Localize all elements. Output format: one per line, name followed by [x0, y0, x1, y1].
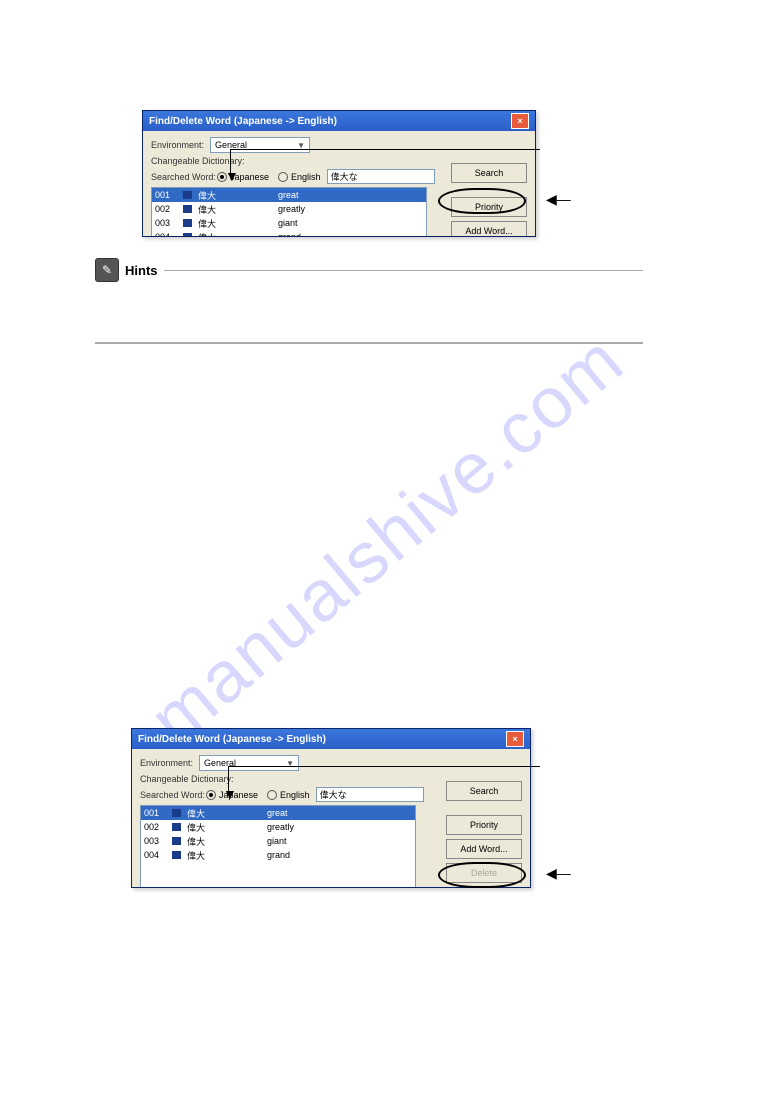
book-icon — [183, 191, 192, 199]
dialog-title: Find/Delete Word (Japanese -> English) — [138, 734, 326, 745]
row-jp: 偉大 — [187, 807, 267, 820]
close-icon[interactable]: × — [511, 113, 529, 129]
row-jp: 偉大 — [198, 189, 278, 202]
hints-section: ✎ Hints — [95, 258, 643, 344]
row-num: 002 — [155, 204, 183, 214]
titlebar: Find/Delete Word (Japanese -> English) × — [132, 729, 530, 749]
list-row[interactable]: 004 偉大 grand — [152, 230, 426, 237]
searched-word-label: Searched Word: — [151, 172, 217, 182]
row-jp: 偉大 — [198, 231, 278, 238]
book-icon — [183, 219, 192, 227]
add-word-button[interactable]: Add Word... — [451, 221, 527, 237]
list-row[interactable]: 002 偉大 greatly — [141, 820, 415, 834]
callout-arrow-down: ▼ — [223, 786, 237, 802]
radio-english[interactable] — [278, 172, 288, 182]
priority-circle — [438, 188, 526, 214]
callout-arrow-down: ▼ — [225, 168, 239, 184]
row-num: 004 — [144, 850, 172, 860]
environment-dropdown[interactable]: General ▼ — [199, 755, 299, 771]
search-button[interactable]: Search — [451, 163, 527, 183]
environment-dropdown[interactable]: General ▼ — [210, 137, 310, 153]
row-jp: 偉大 — [187, 835, 267, 848]
radio-japanese[interactable] — [206, 790, 216, 800]
book-icon — [183, 233, 192, 237]
not-usable-circle — [438, 862, 526, 888]
row-en: giant — [278, 218, 423, 228]
row-en: giant — [267, 836, 412, 846]
row-en: grand — [267, 850, 412, 860]
radio-english[interactable] — [267, 790, 277, 800]
priority-button[interactable]: Priority — [446, 815, 522, 835]
book-icon — [172, 823, 181, 831]
hints-icon: ✎ — [95, 258, 119, 282]
add-word-button[interactable]: Add Word... — [446, 839, 522, 859]
arrow-left: ◀— — [546, 191, 571, 208]
hints-title: Hints — [125, 263, 158, 278]
changeable-dict-label: Changeable Dictionary: — [140, 774, 234, 784]
row-num: 003 — [144, 836, 172, 846]
row-num: 004 — [155, 232, 183, 237]
results-list[interactable]: 001 偉大 great 002 偉大 greatly 003 偉大 giant — [140, 805, 416, 888]
list-row[interactable]: 003 偉大 giant — [152, 216, 426, 230]
row-en: greatly — [267, 822, 412, 832]
row-jp: 偉大 — [187, 849, 267, 862]
list-row[interactable]: 001 偉大 great — [152, 188, 426, 202]
dialog-title: Find/Delete Word (Japanese -> English) — [149, 116, 337, 127]
list-row[interactable]: 001 偉大 great — [141, 806, 415, 820]
titlebar: Find/Delete Word (Japanese -> English) × — [143, 111, 535, 131]
row-jp: 偉大 — [198, 203, 278, 216]
callout-line — [228, 766, 540, 767]
row-en: grand — [278, 232, 423, 237]
book-icon — [183, 205, 192, 213]
close-icon[interactable]: × — [506, 731, 524, 747]
watermark: manualshive.com — [135, 319, 640, 761]
hints-rule — [164, 270, 644, 271]
row-jp: 偉大 — [198, 217, 278, 230]
list-row[interactable]: 003 偉大 giant — [141, 834, 415, 848]
arrow-left: ◀— — [546, 865, 571, 882]
environment-label: Environment: — [151, 140, 204, 150]
results-list[interactable]: 001 偉大 great 002 偉大 greatly 003 偉大 giant — [151, 187, 427, 237]
book-icon — [172, 809, 181, 817]
search-button[interactable]: Search — [446, 781, 522, 801]
row-num: 001 — [144, 808, 172, 818]
searched-word-label: Searched Word: — [140, 790, 206, 800]
row-en: great — [278, 190, 423, 200]
search-input[interactable]: 偉大な — [327, 169, 435, 184]
row-num: 001 — [155, 190, 183, 200]
find-delete-dialog-1: Find/Delete Word (Japanese -> English) ×… — [142, 110, 536, 237]
list-row[interactable]: 002 偉大 greatly — [152, 202, 426, 216]
row-num: 002 — [144, 822, 172, 832]
book-icon — [172, 851, 181, 859]
environment-label: Environment: — [140, 758, 193, 768]
row-en: great — [267, 808, 412, 818]
list-row[interactable]: 004 偉大 grand — [141, 848, 415, 862]
row-jp: 偉大 — [187, 821, 267, 834]
radio-english-label: English — [291, 172, 321, 182]
row-num: 003 — [155, 218, 183, 228]
callout-line — [230, 149, 540, 150]
radio-english-label: English — [280, 790, 310, 800]
hints-divider — [95, 342, 643, 344]
book-icon — [172, 837, 181, 845]
search-input[interactable]: 偉大な — [316, 787, 424, 802]
row-en: greatly — [278, 204, 423, 214]
